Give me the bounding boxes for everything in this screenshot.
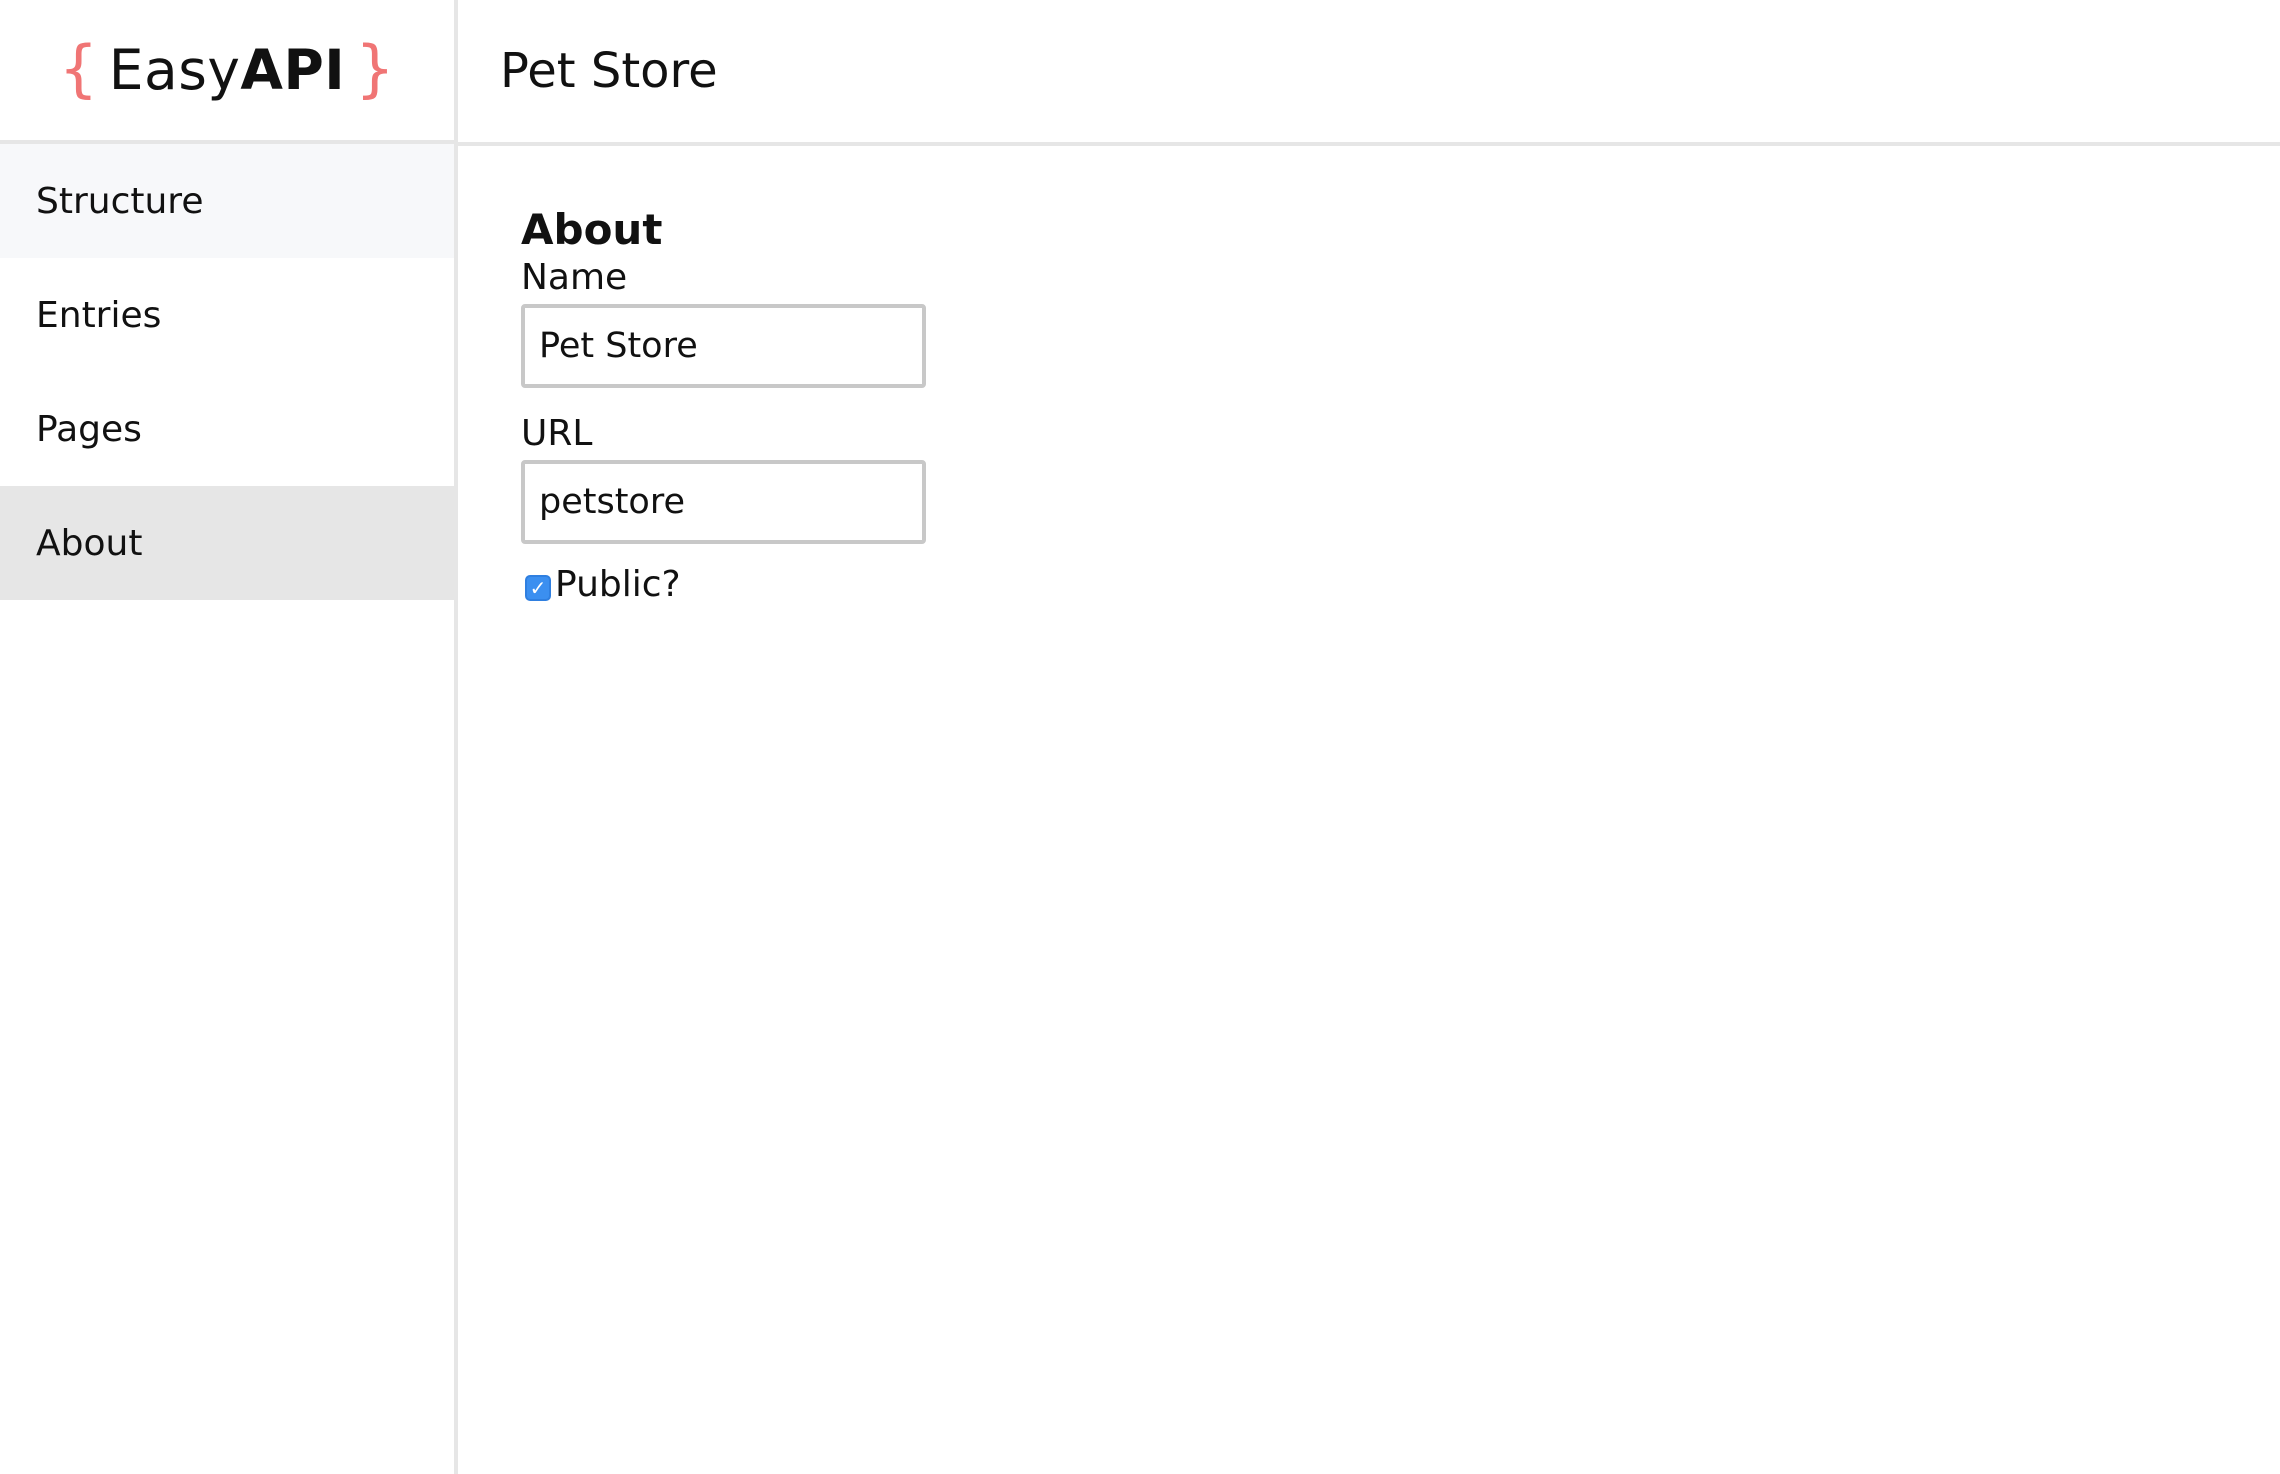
logo[interactable]: { Easy API } — [0, 0, 454, 144]
page-title: Pet Store — [500, 43, 718, 99]
logo-name-bold: API — [240, 38, 346, 102]
checkmark-icon: ✓ — [529, 575, 547, 600]
public-checkbox[interactable]: ✓ — [525, 574, 551, 601]
sidebar-item-label: Entries — [36, 294, 162, 336]
sidebar-item-label: Pages — [36, 408, 142, 450]
sidebar-item-label: Structure — [36, 180, 204, 222]
sidebar-item-entries[interactable]: Entries — [0, 258, 454, 372]
url-label: URL — [521, 413, 593, 454]
main-content: About Name URL ✓ Public? — [458, 146, 2280, 1474]
logo-close-brace: } — [355, 31, 396, 105]
public-checkbox-row: ✓ Public? — [521, 564, 2280, 605]
sidebar-item-pages[interactable]: Pages — [0, 372, 454, 486]
public-checkbox-label[interactable]: Public? — [555, 564, 681, 605]
sidebar: { Easy API } Structure Entries Pages Abo… — [0, 0, 458, 1474]
sidebar-nav: Structure Entries Pages About — [0, 144, 454, 600]
sidebar-item-label: About — [36, 522, 143, 564]
sidebar-item-structure[interactable]: Structure — [0, 144, 454, 258]
logo-open-brace: { — [58, 31, 99, 105]
name-input[interactable] — [521, 304, 926, 388]
app-root: { Easy API } Structure Entries Pages Abo… — [0, 0, 2280, 1474]
section-title: About — [521, 205, 663, 254]
name-label: Name — [521, 257, 628, 298]
logo-name-regular: Easy — [108, 38, 241, 102]
url-input[interactable] — [521, 460, 926, 544]
sidebar-item-about[interactable]: About — [0, 486, 454, 600]
page-header: Pet Store — [458, 0, 2280, 146]
